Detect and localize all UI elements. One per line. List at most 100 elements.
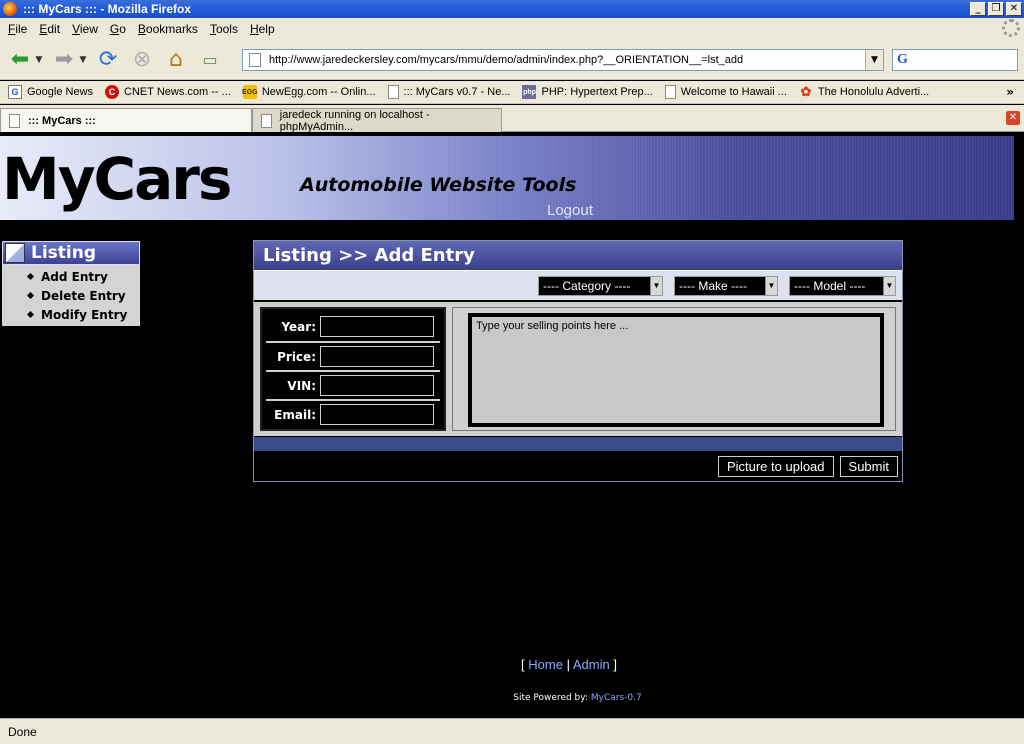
year-label: Year:: [281, 319, 316, 334]
throbber-icon: [1002, 19, 1020, 37]
menu-bar: File Edit View Go Bookmarks Tools Help: [0, 18, 1024, 40]
sidebar-item-add-entry[interactable]: Add Entry: [2, 267, 140, 286]
email-label: Email:: [274, 407, 316, 422]
navigation-toolbar: ⬅ ▼ ➡ ▼ ⟳ ⊗ ⌂ ▭ http://www.jaredeckersle…: [0, 40, 1024, 80]
field-group: Year: Price: VIN: Email:: [260, 307, 446, 431]
page-icon: [9, 113, 20, 128]
google-search-icon[interactable]: G: [897, 52, 908, 68]
back-dropdown-icon[interactable]: ▼: [34, 46, 44, 74]
bookmarks-toolbar: G Google News C CNET News.com -- ... EGG Ne…: [0, 81, 1024, 104]
selling-points-container: Type your selling points here ...: [452, 307, 896, 431]
tab-mycars[interactable]: ::: MyCars :::: [0, 108, 252, 132]
page-icon: [387, 85, 399, 99]
selling-points-textarea[interactable]: Type your selling points here ...: [468, 313, 884, 427]
sidebar-header: Listing: [2, 241, 140, 265]
panel-title: Listing >> Add Entry: [263, 245, 475, 266]
vin-label: VIN:: [287, 378, 316, 393]
bookmark-mycars[interactable]: ::: MyCars v0.7 - Ne...: [387, 85, 511, 99]
reload-icon[interactable]: ⟳: [94, 46, 122, 74]
bookmark-label: ::: MyCars v0.7 - Ne...: [403, 86, 511, 98]
sidebar-list: Add Entry Delete Entry Modify Entry: [2, 265, 140, 326]
status-bar: Done: [0, 718, 1024, 744]
make-select[interactable]: ---- Make ---- ▼: [674, 276, 778, 296]
bookmark-label: Google News: [27, 86, 94, 98]
page-content: MyCars Automobile Website Tools Logout L…: [0, 133, 1024, 718]
back-arrow-icon[interactable]: ⬅: [6, 46, 34, 74]
bookmark-honolulu[interactable]: ✿ The Honolulu Adverti...: [799, 84, 929, 99]
chevron-down-icon[interactable]: ▼: [650, 277, 662, 295]
footer-admin-link[interactable]: Admin: [573, 657, 610, 672]
menu-tools[interactable]: Tools: [210, 22, 238, 36]
year-input[interactable]: [320, 316, 434, 337]
email-input[interactable]: [320, 404, 434, 425]
bookmark-label: CNET News.com -- ...: [124, 86, 231, 98]
powered-version-link[interactable]: MyCars-0.7: [591, 693, 642, 703]
menu-go[interactable]: Go: [110, 22, 126, 36]
php-icon: php: [522, 85, 537, 99]
bullet-icon: [26, 272, 35, 281]
picture-upload-button[interactable]: Picture to upload: [717, 456, 834, 477]
menu-edit[interactable]: Edit: [39, 22, 60, 36]
bookmark-cnet[interactable]: C CNET News.com -- ...: [105, 85, 231, 99]
close-window-button[interactable]: ✕: [1006, 2, 1022, 16]
window-controls: _ ❐ ✕: [970, 2, 1022, 16]
bookmark-label: NewEgg.com -- Onlin...: [261, 86, 376, 98]
price-input[interactable]: [320, 346, 434, 367]
submit-button[interactable]: Submit: [839, 456, 898, 477]
select-row: ---- Category ---- ▼ ---- Make ---- ▼ ----…: [254, 271, 902, 300]
chevron-down-icon[interactable]: ▼: [883, 277, 895, 295]
home-icon[interactable]: ⌂: [162, 46, 190, 74]
page-icon: [249, 53, 261, 67]
forward-dropdown-icon[interactable]: ▼: [78, 46, 88, 74]
new-tab-icon[interactable]: ▭: [196, 46, 224, 74]
sidebar-item-label: Delete Entry: [41, 288, 126, 303]
flower-icon: ✿: [800, 84, 812, 99]
minimize-button[interactable]: _: [970, 2, 986, 16]
tab-phpmyadmin[interactable]: jaredeck running on localhost - phpMyAdm…: [252, 108, 502, 133]
site-banner: MyCars Automobile Website Tools Logout: [0, 136, 1014, 220]
model-select-value: ---- Model ----: [794, 279, 866, 293]
address-bar[interactable]: http://www.jaredeckersley.com/mycars/mmu…: [242, 49, 884, 71]
bookmark-newegg[interactable]: EGG NewEgg.com -- Onlin...: [242, 85, 376, 99]
menu-help[interactable]: Help: [250, 22, 275, 36]
year-row: Year:: [266, 312, 440, 341]
vin-row: VIN:: [266, 370, 440, 399]
stop-icon[interactable]: ⊗: [128, 46, 156, 74]
bookmark-label: Welcome to Hawaii ...: [680, 86, 787, 98]
email-row: Email:: [266, 399, 440, 428]
bookmark-google-news[interactable]: G Google News: [8, 85, 93, 99]
newegg-icon: EGG: [242, 85, 258, 99]
forward-arrow-icon[interactable]: ➡: [50, 46, 78, 74]
url-text[interactable]: http://www.jaredeckersley.com/mycars/mmu…: [269, 54, 743, 66]
vin-input[interactable]: [320, 375, 434, 396]
footer-links: [ Home | Admin ]: [0, 657, 1024, 672]
page-icon: [664, 85, 676, 99]
footer-home-link[interactable]: Home: [528, 657, 563, 672]
sidebar-item-modify-entry[interactable]: Modify Entry: [2, 305, 140, 324]
restore-button[interactable]: ❐: [988, 2, 1004, 16]
powered-by: Site Powered by: MyCars-0.7: [0, 693, 1024, 703]
sidebar-item-delete-entry[interactable]: Delete Entry: [2, 286, 140, 305]
bookmark-hawaii[interactable]: Welcome to Hawaii ...: [664, 85, 787, 99]
chevron-down-icon[interactable]: ▼: [765, 277, 777, 295]
close-tab-icon[interactable]: ✕: [1006, 111, 1020, 125]
menu-bookmarks[interactable]: Bookmarks: [138, 22, 198, 36]
add-entry-panel: Listing >> Add Entry ---- Category ---- ▼…: [253, 240, 903, 482]
bookmark-label: PHP: Hypertext Prep...: [541, 86, 653, 98]
url-dropdown-icon[interactable]: ▼: [865, 50, 883, 70]
bullet-icon: [26, 310, 35, 319]
tab-label: jaredeck running on localhost - phpMyAdm…: [279, 108, 430, 133]
menu-file[interactable]: File: [8, 22, 27, 36]
chevron-more-icon[interactable]: »: [1006, 85, 1014, 99]
logout-link[interactable]: Logout: [547, 202, 593, 219]
model-select[interactable]: ---- Model ---- ▼: [789, 276, 896, 296]
tab-label: ::: MyCars :::: [28, 114, 96, 127]
category-select-value: ---- Category ----: [543, 279, 631, 293]
bookmark-php[interactable]: php PHP: Hypertext Prep...: [522, 85, 653, 99]
bullet-icon: [26, 291, 35, 300]
form-area: Year: Price: VIN: Email: Type your selli…: [254, 302, 902, 436]
category-select[interactable]: ---- Category ---- ▼: [538, 276, 663, 296]
search-input[interactable]: G: [892, 49, 1018, 71]
price-row: Price:: [266, 341, 440, 370]
menu-view[interactable]: View: [72, 22, 98, 36]
